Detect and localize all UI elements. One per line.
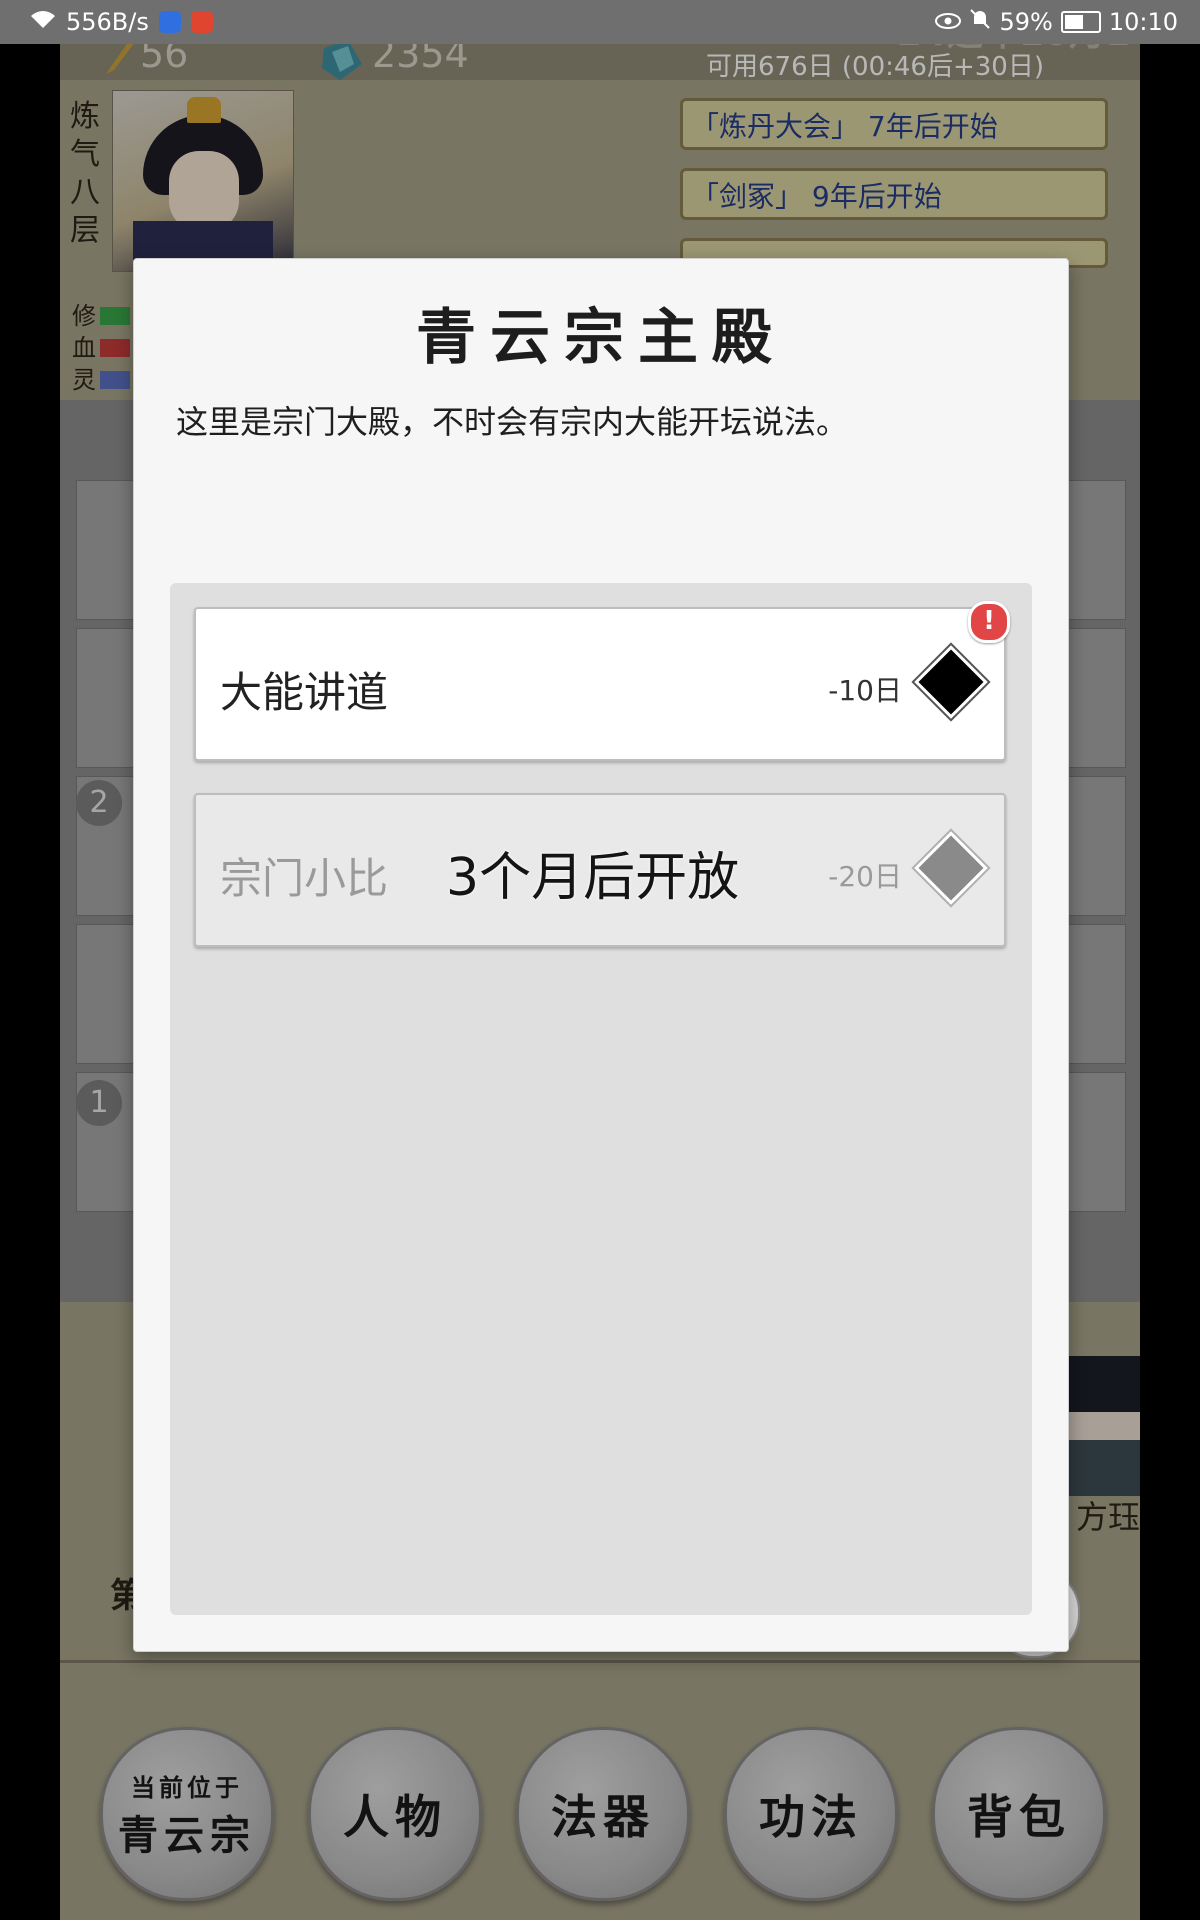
dialog-title: 青云宗主殿 xyxy=(416,303,786,373)
eye-icon xyxy=(935,8,962,36)
activity-cost: -20日 xyxy=(828,860,902,893)
activity-list: 大能讲道 -10日 ! 宗门小比 3个月后开放 -20日 xyxy=(170,583,1032,1615)
diamond-icon xyxy=(914,645,988,719)
unlock-time: 3个月后开放 xyxy=(446,848,740,908)
activity-lecture[interactable]: 大能讲道 -10日 ! xyxy=(194,601,1010,761)
battery-icon xyxy=(1060,11,1101,33)
diamond-icon xyxy=(914,831,988,905)
clock: 10:10 xyxy=(1108,8,1178,36)
activity-sect-contest[interactable]: 宗门小比 3个月后开放 -20日 xyxy=(194,793,1006,947)
network-speed: 556B/s xyxy=(66,8,149,36)
app-notification-icon xyxy=(190,11,213,33)
wifi-icon xyxy=(30,8,56,36)
activity-name: 大能讲道 xyxy=(220,668,389,717)
app-notification-icon xyxy=(158,11,181,33)
activity-cost: -10日 xyxy=(828,674,902,707)
battery-percent: 59% xyxy=(999,8,1053,36)
sect-hall-dialog: 青云宗主殿 这里是宗门大殿，不时会有宗内大能开坛说法。 大能讲道 -10日 ! … xyxy=(133,258,1069,1652)
activity-name: 宗门小比 xyxy=(220,854,389,903)
alert-badge-icon: ! xyxy=(968,601,1010,643)
status-bar: 556B/s 59% 10:10 xyxy=(0,0,1200,44)
dialog-description: 这里是宗门大殿，不时会有宗内大能开坛说法。 xyxy=(176,403,849,441)
mute-bell-icon xyxy=(969,8,991,36)
